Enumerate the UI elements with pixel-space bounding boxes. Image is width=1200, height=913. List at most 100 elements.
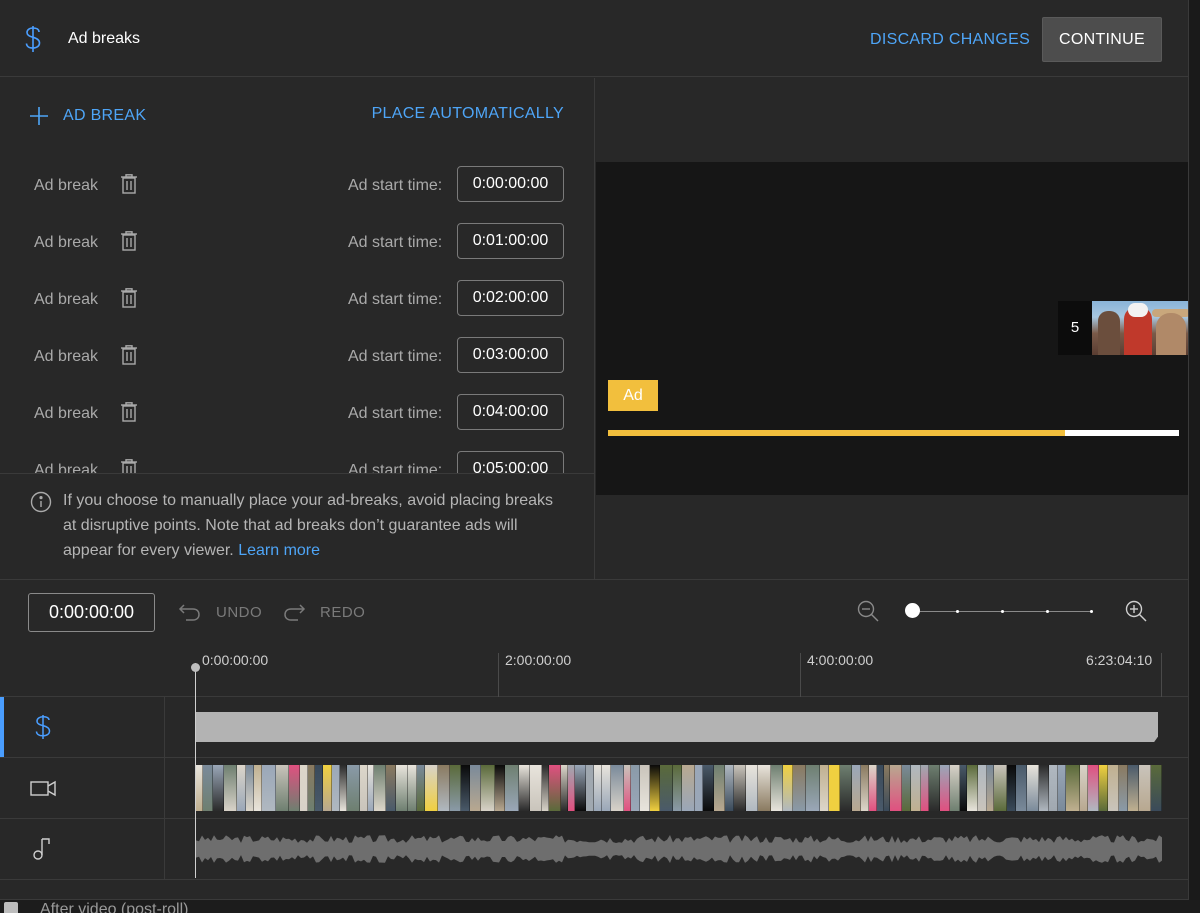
filmstrip-frame xyxy=(851,765,862,811)
filmstrip-frame xyxy=(542,765,550,811)
filmstrip-frame xyxy=(481,765,495,811)
filmstrip-frame xyxy=(681,765,696,811)
filmstrip-frame xyxy=(949,765,961,811)
add-ad-break-label: AD BREAK xyxy=(63,107,147,124)
filmstrip-frame xyxy=(623,765,631,811)
filmstrip-frame xyxy=(224,765,237,811)
zoom-in-icon[interactable] xyxy=(1124,599,1148,623)
audio-track-header[interactable] xyxy=(0,819,165,879)
trash-icon[interactable] xyxy=(120,288,138,308)
video-preview[interactable]: 5 Ad xyxy=(596,162,1188,495)
ad-break-label: Ad break xyxy=(34,348,99,365)
page-title: Ad breaks xyxy=(68,30,141,47)
filmstrip-frame xyxy=(987,765,995,811)
trash-icon[interactable] xyxy=(120,459,138,473)
trash-icon[interactable] xyxy=(120,231,138,251)
filmstrip-frame xyxy=(782,765,794,811)
filmstrip-frame xyxy=(494,765,506,811)
zoom-out-icon[interactable] xyxy=(856,599,880,623)
ruler-tick-label: 6:23:04:10 xyxy=(1086,652,1153,668)
filmstrip-frame xyxy=(1038,765,1049,811)
undo-button[interactable]: UNDO xyxy=(178,600,262,624)
ad-breaks-bar[interactable] xyxy=(196,712,1158,742)
filmstrip-frame xyxy=(640,765,650,811)
filmstrip-frame xyxy=(560,765,569,811)
ad-start-time-input[interactable] xyxy=(457,280,564,316)
add-ad-break-button[interactable]: AD BREAK xyxy=(28,102,146,130)
filmstrip-frame xyxy=(593,765,603,811)
background-page-strip: After video (post-roll) xyxy=(0,900,1200,913)
filmstrip-frame xyxy=(703,765,714,811)
filmstrip-frame xyxy=(374,765,387,811)
ad-progress-fill xyxy=(608,430,1065,436)
ad-break-row: Ad break Ad start time: xyxy=(0,158,595,215)
filmstrip-frame xyxy=(1138,765,1152,811)
ruler-tick xyxy=(498,653,499,697)
video-track[interactable] xyxy=(0,758,1188,819)
ad-badge: Ad xyxy=(608,380,658,411)
ad-breaks-list-panel: AD BREAK PLACE AUTOMATICALLY Ad break Ad… xyxy=(0,78,595,579)
ad-start-time-input[interactable] xyxy=(457,394,564,430)
zoom-slider-track[interactable] xyxy=(912,610,1093,613)
filmstrip-frame xyxy=(994,765,1007,811)
filmstrip-frame xyxy=(450,765,461,811)
filmstrip-frame xyxy=(575,765,586,811)
filmstrip-frame xyxy=(829,765,840,811)
filmstrip-frame xyxy=(347,765,360,811)
ad-break-row: Ad break Ad start time: xyxy=(0,215,595,272)
ad-break-row: Ad break Ad start time: xyxy=(0,443,595,473)
continue-button[interactable]: CONTINUE xyxy=(1042,17,1162,62)
learn-more-link[interactable]: Learn more xyxy=(238,542,320,559)
redo-label: REDO xyxy=(320,603,366,621)
filmstrip-frame xyxy=(713,765,725,811)
ad-start-time-input[interactable] xyxy=(457,451,564,473)
playhead-handle[interactable] xyxy=(191,663,200,672)
background-option-label: After video (post-roll) xyxy=(40,901,189,913)
discard-changes-button[interactable]: DISCARD CHANGES xyxy=(860,22,1040,58)
ad-start-time-input[interactable] xyxy=(457,166,564,202)
filmstrip-frame xyxy=(518,765,530,811)
checkbox[interactable] xyxy=(4,902,18,913)
filmstrip-frame xyxy=(568,765,576,811)
video-track-header[interactable] xyxy=(0,758,165,818)
filmstrip-frame xyxy=(839,765,852,811)
filmstrip-frame xyxy=(261,765,276,811)
ad-start-time-label: Ad start time: xyxy=(348,462,443,473)
ad-break-label: Ad break xyxy=(34,291,99,308)
filmstrip-frame xyxy=(673,765,682,811)
ad-start-time-label: Ad start time: xyxy=(348,291,443,308)
ad-track-header[interactable] xyxy=(0,697,165,757)
filmstrip-frame xyxy=(1099,765,1108,811)
filmstrip-frame xyxy=(1058,765,1067,811)
zoom-slider-handle[interactable] xyxy=(905,603,920,618)
ad-start-time-input[interactable] xyxy=(457,223,564,259)
filmstrip-frame xyxy=(549,765,561,811)
filmstrip-frame xyxy=(745,765,758,811)
filmstrip-frame xyxy=(771,765,783,811)
redo-button[interactable]: REDO xyxy=(282,600,365,624)
timeline-ruler[interactable]: 0:00:00:00 2:00:00:00 4:00:00:00 6:23:04… xyxy=(0,647,1188,697)
video-filmstrip[interactable] xyxy=(196,765,1162,811)
video-camera-icon xyxy=(30,780,56,797)
ad-track[interactable] xyxy=(0,697,1188,758)
filmstrip-frame xyxy=(417,765,425,811)
info-icon xyxy=(30,491,52,513)
filmstrip-frame xyxy=(367,765,375,811)
audio-waveform[interactable] xyxy=(196,833,1162,865)
filmstrip-frame xyxy=(960,765,968,811)
trash-icon[interactable] xyxy=(120,174,138,194)
filmstrip-frame xyxy=(929,765,940,811)
filmstrip-frame xyxy=(408,765,418,811)
playhead-line[interactable] xyxy=(195,663,196,878)
waveform-shape xyxy=(196,835,1162,863)
ad-start-time-input[interactable] xyxy=(457,337,564,373)
place-automatically-button[interactable]: PLACE AUTOMATICALLY xyxy=(372,105,564,123)
trash-icon[interactable] xyxy=(120,345,138,365)
current-time-input[interactable] xyxy=(28,593,155,632)
filmstrip-frame xyxy=(275,765,290,811)
filmstrip-frame xyxy=(395,765,409,811)
ruler-tick xyxy=(1161,653,1162,697)
audio-track[interactable] xyxy=(0,819,1188,880)
trash-icon[interactable] xyxy=(120,402,138,422)
ruler-tick-label: 2:00:00:00 xyxy=(505,652,572,668)
